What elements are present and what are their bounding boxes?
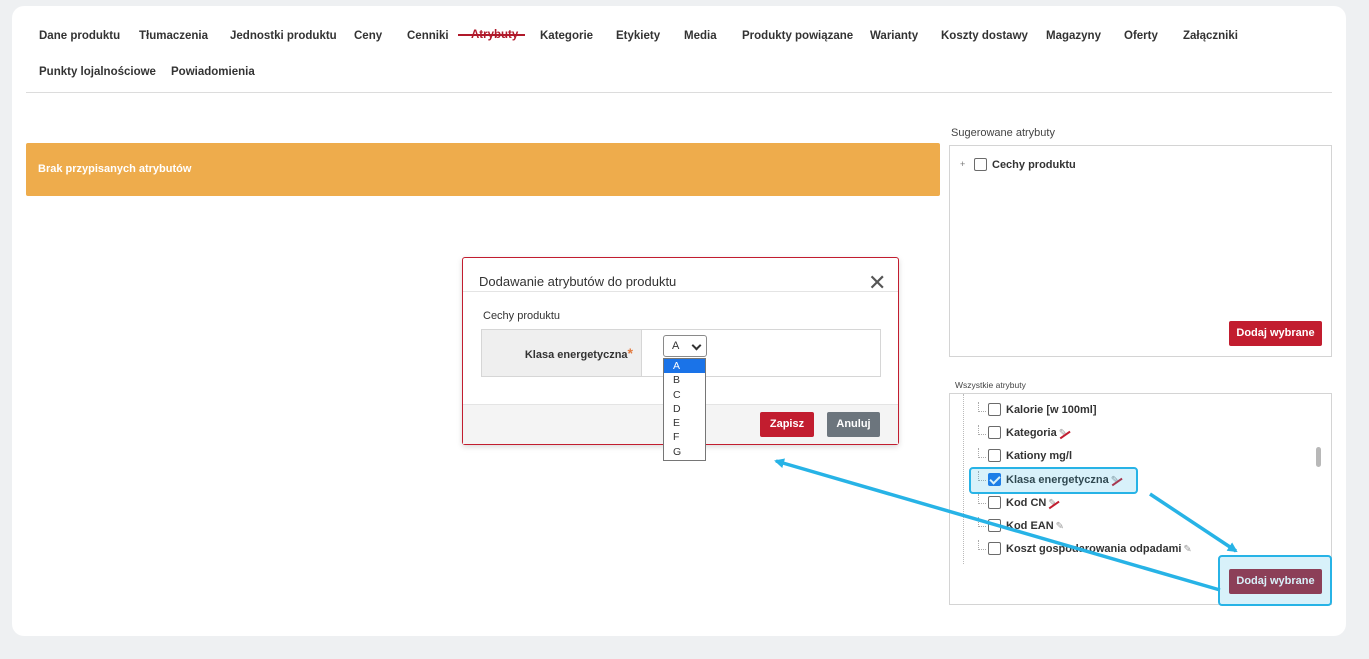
save-button[interactable]: Zapisz <box>760 412 814 437</box>
active-tab-indicator <box>458 34 525 36</box>
checkbox-kod-cn[interactable] <box>988 496 1001 509</box>
tree-label-kationy: Kationy mg/l <box>1006 450 1073 462</box>
tree-label-kategoria: Kategoria ✎ <box>1006 427 1068 439</box>
all-attributes-title: Wszystkie atrybuty <box>955 380 1026 390</box>
tab-zalaczniki[interactable]: Załączniki <box>1183 30 1238 42</box>
checkbox-kalorie[interactable] <box>988 403 1001 416</box>
no-edit-icon: ✎ <box>1048 498 1057 509</box>
option-c[interactable]: C <box>664 388 705 402</box>
modal-section-title: Cechy produktu <box>483 310 561 322</box>
tree-connector <box>978 402 986 412</box>
tab-powiadomienia[interactable]: Powiadomienia <box>171 66 255 78</box>
add-selected-suggested-button[interactable]: Dodaj wybrane <box>1229 321 1322 346</box>
tab-ceny[interactable]: Ceny <box>354 30 382 42</box>
tree-item-kategoria[interactable]: Kategoria ✎ <box>988 424 1288 444</box>
checkbox-kod-ean[interactable] <box>988 519 1001 532</box>
select-options-list: A B C D E F G <box>663 358 706 461</box>
chevron-down-icon <box>691 340 702 351</box>
tab-kategorie[interactable]: Kategorie <box>540 30 593 42</box>
checkbox-kategoria[interactable] <box>988 426 1001 439</box>
tree-item-kod-ean[interactable]: Kod EAN ✎ <box>988 517 1288 537</box>
tab-dane-produktu[interactable]: Dane produktu <box>39 30 120 42</box>
tab-oferty[interactable]: Oferty <box>1124 30 1158 42</box>
option-g[interactable]: G <box>664 445 705 459</box>
tab-tlumaczenia[interactable]: Tłumaczenia <box>139 30 208 42</box>
suggested-attributes-panel: + Cechy produktu Dodaj wybrane <box>949 145 1332 357</box>
required-marker: * <box>627 345 633 361</box>
no-edit-icon: ✎ <box>1058 428 1068 439</box>
tab-koszty-dostawy[interactable]: Koszty dostawy <box>941 30 1028 42</box>
suggested-attributes-title: Sugerowane atrybuty <box>951 127 1055 139</box>
checkbox-koszt-gospodarowania[interactable] <box>988 542 1001 555</box>
tab-punkty-lojalnosciowe[interactable]: Punkty lojalnościowe <box>39 66 156 78</box>
tree-label-cechy-produktu: Cechy produktu <box>992 159 1076 171</box>
scrollbar-thumb[interactable] <box>1316 447 1321 467</box>
highlight-add-selected-button <box>1218 555 1332 606</box>
tab-warianty[interactable]: Warianty <box>870 30 918 42</box>
option-b[interactable]: B <box>664 373 705 387</box>
klasa-energetyczna-select[interactable]: A <box>663 335 707 357</box>
tree-connector <box>978 517 986 527</box>
tab-produkty-powiazane[interactable]: Produkty powiązane <box>742 30 853 42</box>
tab-bar: Dane produktu Tłumaczenia Jednostki prod… <box>26 18 1332 93</box>
tree-label-koszt-gospodarowania: Koszt gospodarowania odpadami ✎ <box>1006 543 1192 555</box>
expand-icon[interactable]: + <box>960 159 965 169</box>
tree-label-kod-ean: Kod EAN ✎ <box>1006 520 1065 532</box>
tab-etykiety[interactable]: Etykiety <box>616 30 660 42</box>
cancel-button[interactable]: Anuluj <box>827 412 880 437</box>
option-a[interactable]: A <box>664 359 705 374</box>
tree-item-kod-cn[interactable]: Kod CN ✎ <box>988 494 1288 514</box>
edit-icon: ✎ <box>1183 544 1192 555</box>
tree-label-kod-cn: Kod CN ✎ <box>1006 497 1057 509</box>
highlight-klasa-energetyczna <box>969 467 1138 494</box>
tab-magazyny[interactable]: Magazyny <box>1046 30 1101 42</box>
tab-cenniki[interactable]: Cenniki <box>407 30 449 42</box>
tree-connector <box>978 448 986 458</box>
checkbox-cechy-produktu[interactable] <box>974 158 987 171</box>
option-f[interactable]: F <box>664 430 705 444</box>
tree-connector <box>978 494 986 504</box>
tree-label-kalorie: Kalorie [w 100ml] <box>1006 404 1097 416</box>
edit-icon: ✎ <box>1055 521 1065 532</box>
tree-connector <box>978 540 986 550</box>
tab-media[interactable]: Media <box>684 30 717 42</box>
modal-title: Dodawanie atrybutów do produktu <box>479 274 677 289</box>
tree-item-kationy[interactable]: Kationy mg/l <box>988 447 1288 467</box>
field-label: Klasa energetyczna* <box>482 330 642 376</box>
no-attributes-alert: Brak przypisanych atrybutów <box>26 143 940 196</box>
option-d[interactable]: D <box>664 402 705 416</box>
tree-item-kalorie[interactable]: Kalorie [w 100ml] <box>988 401 1288 421</box>
checkbox-kationy[interactable] <box>988 449 1001 462</box>
tree-guide-line <box>963 394 964 564</box>
option-e[interactable]: E <box>664 416 705 430</box>
modal-divider <box>463 291 898 292</box>
tab-jednostki-produktu[interactable]: Jednostki produktu <box>230 30 337 42</box>
tree-connector <box>978 425 986 435</box>
